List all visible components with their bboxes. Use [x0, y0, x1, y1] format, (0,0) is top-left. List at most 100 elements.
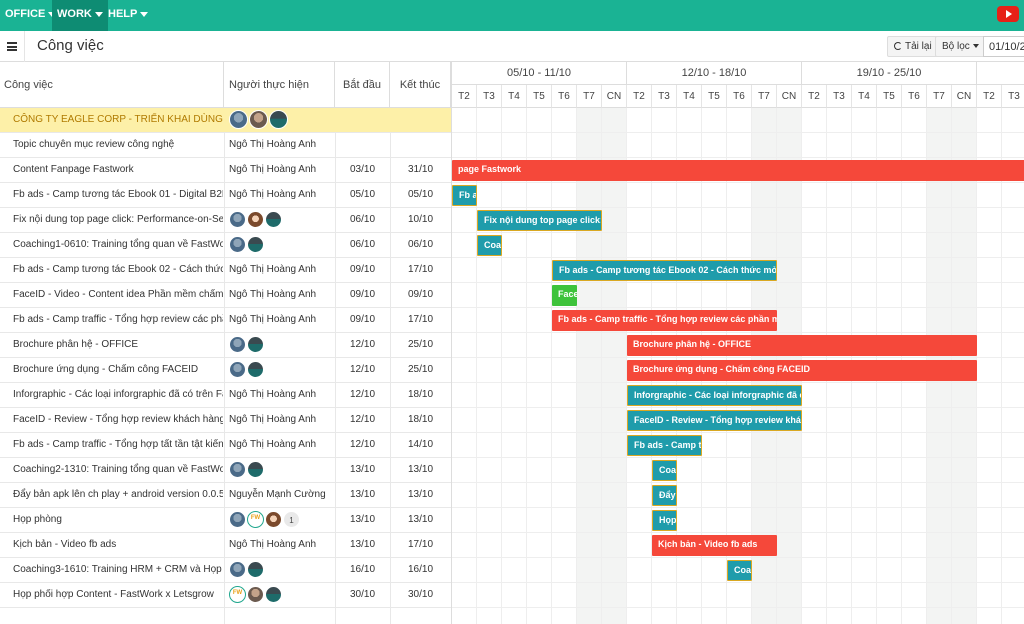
table-row[interactable]: Fb ads - Camp traffic - Tổng hợp tất tần…: [0, 433, 451, 458]
task-name[interactable]: Brochure phân hệ - OFFICE: [13, 333, 223, 357]
refresh-button[interactable]: Tải lại: [887, 36, 939, 57]
assignee-cell: Ngô Thị Hoàng Anh: [229, 189, 317, 200]
start-date: 13/10: [349, 539, 376, 550]
day-header: T4: [852, 85, 877, 108]
header-start[interactable]: Bắt đầu: [335, 62, 390, 108]
youtube-icon[interactable]: [997, 6, 1019, 22]
table-row[interactable]: Topic chuyên mục review công nghệ Ngô Thị…: [0, 133, 451, 158]
task-name[interactable]: Kịch bản - Video fb ads: [13, 533, 223, 557]
gantt-bar[interactable]: Brochure ứng dụng - Chấm công FACEID: [627, 360, 977, 381]
header-task[interactable]: Công việc: [0, 62, 224, 108]
task-name[interactable]: Coaching3-1610: Training HRM + CRM và Họ…: [13, 558, 223, 582]
avatar: [229, 235, 246, 253]
task-name[interactable]: Topic chuyên mục review công nghệ: [13, 133, 223, 157]
day-header: T2: [452, 85, 477, 108]
table-row[interactable]: Fb ads - Camp tương tác Ebook 02 - Cách …: [0, 258, 451, 283]
gantt-bar[interactable]: Fix nội dung top page click: Per: [477, 210, 602, 231]
gantt-bar[interactable]: Coac: [477, 235, 502, 256]
task-name[interactable]: Content Fanpage Fastwork: [13, 158, 223, 182]
gantt-row: [452, 183, 1024, 208]
group-row[interactable]: CÔNG TY EAGLE CORP - TRIỂN KHAI DÙNG THẬ…: [0, 108, 451, 133]
gantt-bar[interactable]: Kịch bản - Video fb ads: [652, 535, 777, 556]
gantt-bar[interactable]: Brochure phân hệ - OFFICE: [627, 335, 977, 356]
avatar: [247, 235, 264, 253]
table-row[interactable]: Fix nội dung top page click: Performance…: [0, 208, 451, 233]
table-row[interactable]: Brochure phân hệ - OFFICE 12/10 25/10: [0, 333, 451, 358]
task-name[interactable]: FaceID - Video - Content idea Phần mềm c…: [13, 283, 223, 307]
day-header: T2: [977, 85, 1002, 108]
gantt-bar[interactable]: Đẩy: [652, 485, 677, 506]
table-row[interactable]: FaceID - Video - Content idea Phần mềm c…: [0, 283, 451, 308]
task-name[interactable]: Đẩy bản apk lên ch play + android versio…: [13, 483, 223, 507]
end-date: [390, 108, 451, 132]
table-row[interactable]: Đẩy bản apk lên ch play + android versio…: [0, 483, 451, 508]
start-date: 09/10: [349, 314, 376, 325]
table-row[interactable]: Coaching1-0610: Training tổng quan về Fa…: [0, 233, 451, 258]
table-row[interactable]: Inforgraphic - Các loại inforgraphic đã …: [0, 383, 451, 408]
task-name[interactable]: Fix nội dung top page click: Performance…: [13, 208, 223, 232]
task-name[interactable]: Fb ads - Camp traffic - Tổng hợp tất tần…: [13, 433, 223, 457]
task-name[interactable]: FaceID - Review - Tổng hợp review khách …: [13, 408, 223, 432]
start-date: 13/10: [349, 464, 376, 475]
task-name[interactable]: Inforgraphic - Các loại inforgraphic đã …: [13, 383, 223, 407]
table-row[interactable]: Kịch bản - Video fb ads Ngô Thị Hoàng Anh…: [0, 533, 451, 558]
start-date: 12/10: [349, 414, 376, 425]
avatar: [247, 585, 264, 603]
gantt-bar[interactable]: Coac: [727, 560, 752, 581]
date-input[interactable]: [983, 36, 1024, 57]
task-name[interactable]: Coaching1-0610: Training tổng quan về Fa…: [13, 233, 223, 257]
header-end[interactable]: Kết thúc: [390, 62, 451, 108]
day-header: T7: [752, 85, 777, 108]
gantt-bar[interactable]: Fb ads - Camp tra: [627, 435, 702, 456]
week-header: [977, 62, 1024, 85]
task-name[interactable]: Họp phối hợp Content - FastWork x Letsgr…: [13, 583, 223, 607]
table-row[interactable]: FaceID - Review - Tổng hợp review khách …: [0, 408, 451, 433]
table-row[interactable]: Coaching3-1610: Training HRM + CRM và Họ…: [0, 558, 451, 583]
gantt-bar[interactable]: Inforgraphic - Các loại inforgraphic đã …: [627, 385, 802, 406]
assignee-cell: Ngô Thị Hoàng Anh: [229, 314, 317, 325]
nav-help-label: HELP: [108, 8, 138, 20]
day-header: T5: [527, 85, 552, 108]
avatar: [247, 560, 264, 578]
table-row[interactable]: Content Fanpage Fastwork Ngô Thị Hoàng An…: [0, 158, 451, 183]
day-header: T5: [877, 85, 902, 108]
gantt-bar[interactable]: Face: [552, 285, 577, 306]
avatar: [247, 335, 264, 353]
gantt-bar[interactable]: Fb ads - Camp tương tác Ebook 02 - Cách …: [552, 260, 777, 281]
start-date: 16/10: [349, 564, 376, 575]
day-header: T5: [702, 85, 727, 108]
avatar: [229, 510, 246, 528]
gantt-bar[interactable]: Họp: [652, 510, 677, 531]
task-name[interactable]: CÔNG TY EAGLE CORP - TRIỂN KHAI DÙNG THẬ…: [13, 108, 223, 132]
table-row[interactable]: Fb ads - Camp tương tác Ebook 01 - Digit…: [0, 183, 451, 208]
gantt-bar[interactable]: FaceID - Review - Tổng hợp review khách …: [627, 410, 802, 431]
table-row[interactable]: Họp phòng FW 1 13/10 13/10: [0, 508, 451, 533]
task-name[interactable]: Fb ads - Camp traffic - Tổng hợp review …: [13, 308, 223, 332]
end-date: 31/10: [407, 164, 434, 175]
toolbar-divider: [24, 31, 25, 62]
more-avatars-badge: 1: [283, 510, 300, 528]
table-row[interactable]: Brochure ứng dụng - Chấm công FACEID 12/1…: [0, 358, 451, 383]
task-name[interactable]: Coaching2-1310: Training tổng quan về Fa…: [13, 458, 223, 482]
task-name[interactable]: Họp phòng: [13, 508, 223, 532]
gantt-bar[interactable]: Fb a: [452, 185, 477, 206]
week-header: 19/10 - 25/10: [802, 62, 977, 85]
menu-icon[interactable]: [7, 42, 17, 51]
gantt-bar[interactable]: Fb ads - Camp traffic - Tổng hợp review …: [552, 310, 777, 331]
task-name[interactable]: Brochure ứng dụng - Chấm công FACEID: [13, 358, 223, 382]
task-name[interactable]: Fb ads - Camp tương tác Ebook 02 - Cách …: [13, 258, 223, 282]
table-row[interactable]: Fb ads - Camp traffic - Tổng hợp review …: [0, 308, 451, 333]
header-assignee[interactable]: Người thực hiện: [224, 62, 335, 108]
task-name[interactable]: Fb ads - Camp tương tác Ebook 01 - Digit…: [13, 183, 223, 207]
gantt-bar[interactable]: Coac: [652, 460, 677, 481]
nav-help[interactable]: HELP: [103, 0, 153, 31]
assignee-cell: [229, 458, 334, 482]
filter-button[interactable]: Bộ lọc: [935, 36, 986, 57]
gantt-bar[interactable]: page Fastwork: [452, 160, 1024, 181]
table-row[interactable]: Họp phối hợp Content - FastWork x Letsgr…: [0, 583, 451, 608]
end-date: 13/10: [407, 464, 434, 475]
table-row[interactable]: Coaching2-1310: Training tổng quan về Fa…: [0, 458, 451, 483]
avatar: [229, 460, 246, 478]
nav-work[interactable]: WORK: [52, 0, 108, 31]
avatar: [229, 560, 246, 578]
